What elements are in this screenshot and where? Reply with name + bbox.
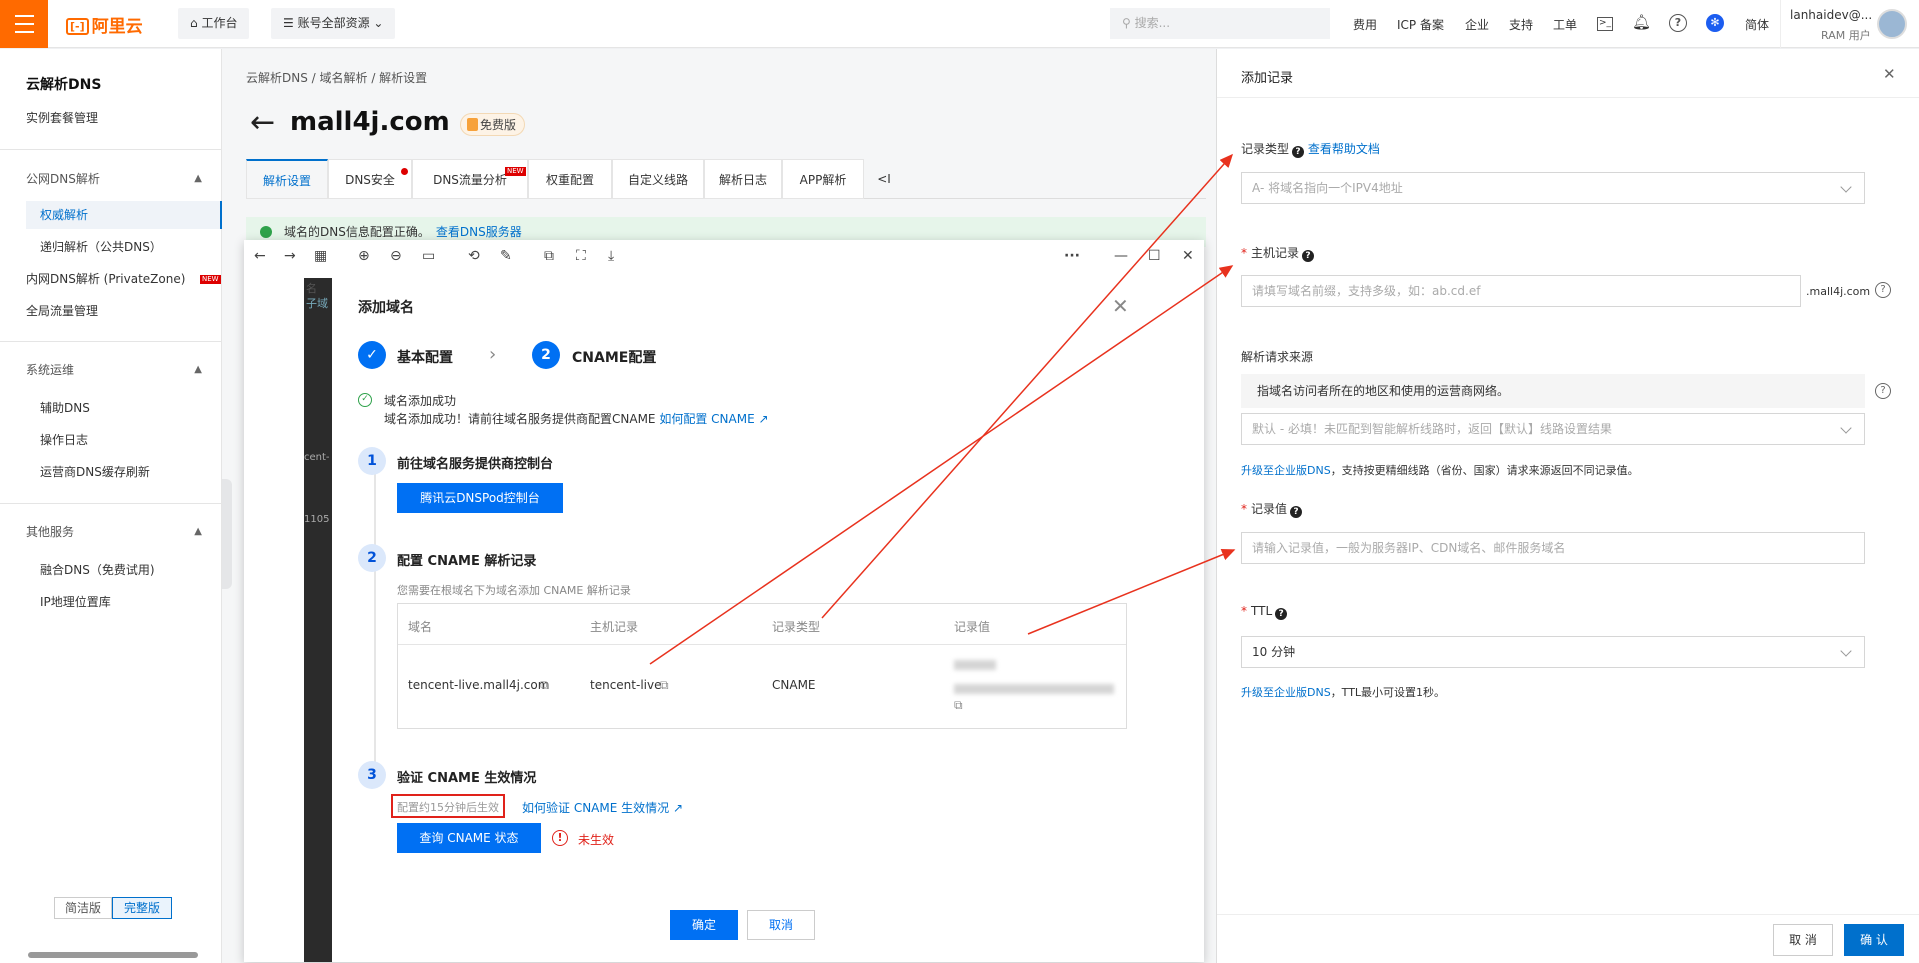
arrow-to-host	[649, 265, 1234, 665]
annotation-arrows	[649, 153, 1236, 665]
arrow-to-value	[1027, 548, 1236, 635]
arrow-to-type	[821, 153, 1233, 619]
